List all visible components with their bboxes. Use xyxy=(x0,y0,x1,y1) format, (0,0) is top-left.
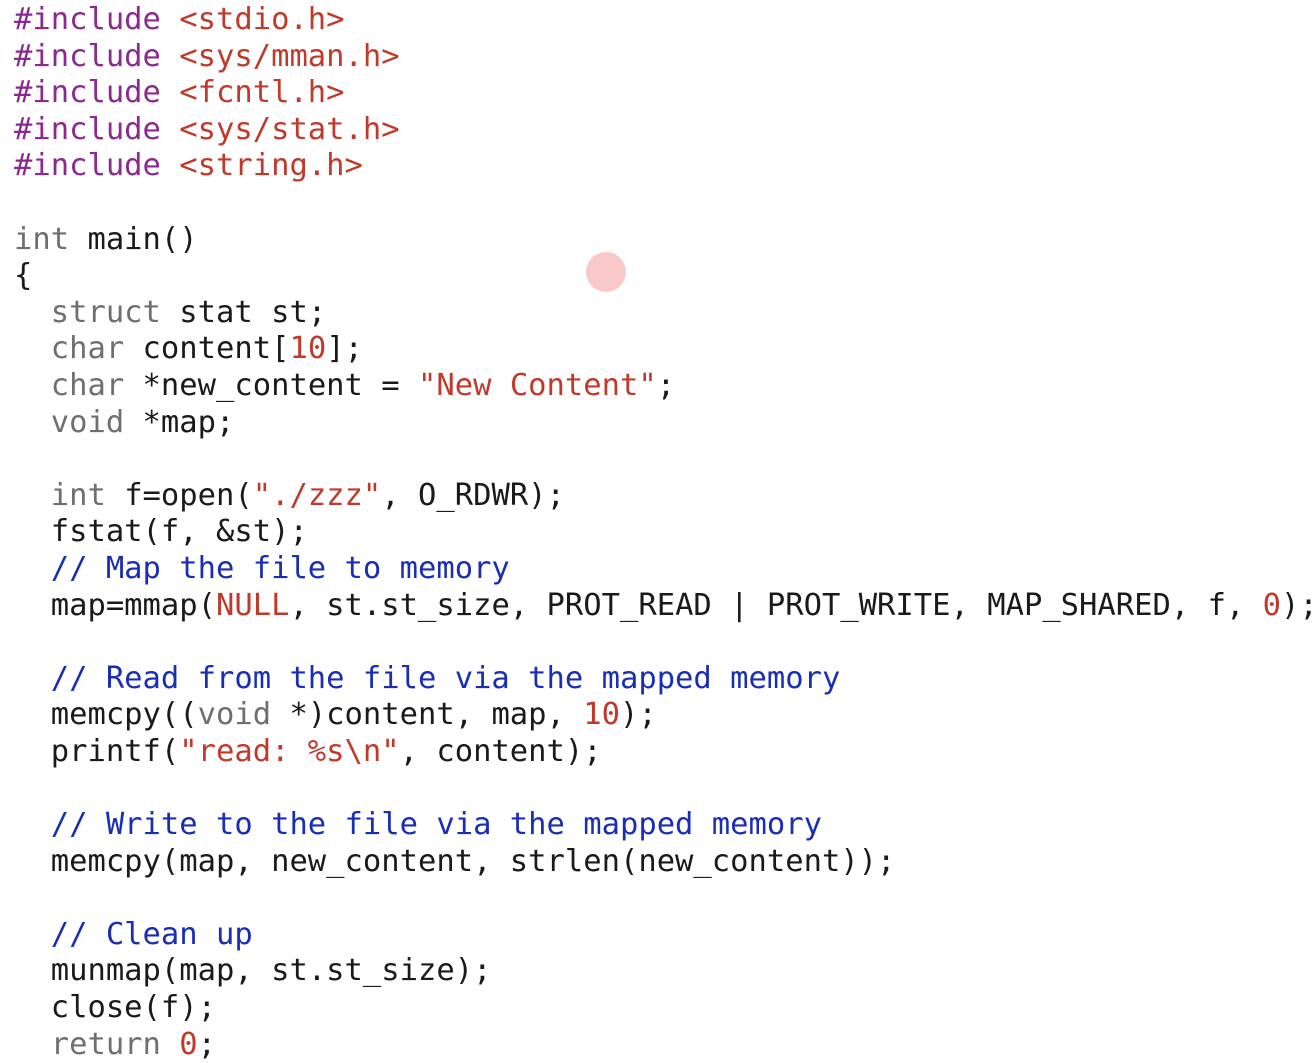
code-token: fstat(f, &st); xyxy=(14,514,308,550)
code-token: memcpy(( xyxy=(14,697,198,733)
mouse-cursor-highlight xyxy=(586,252,626,292)
code-line[interactable]: // Clean up xyxy=(14,917,1316,954)
code-line[interactable]: struct stat st; xyxy=(14,295,1316,332)
code-token: map=mmap( xyxy=(14,587,216,623)
code-token: void xyxy=(50,404,125,440)
code-line[interactable]: // Map the file to memory xyxy=(14,551,1316,588)
code-token: "./zzz" xyxy=(252,477,382,513)
code-token: NULL xyxy=(216,587,290,623)
code-token: <string.h> xyxy=(179,148,363,184)
code-token: printf( xyxy=(14,733,180,769)
code-line[interactable] xyxy=(14,185,1316,222)
code-token: munmap(map, st.st_size); xyxy=(14,953,492,989)
code-token: { xyxy=(14,258,33,294)
code-token: ); xyxy=(620,697,657,733)
code-token: ; xyxy=(197,1026,217,1062)
code-line[interactable]: close(f); xyxy=(14,990,1316,1027)
code-line[interactable]: int main() xyxy=(14,222,1316,259)
code-line[interactable]: #include <sys/mman.h> xyxy=(14,39,1316,76)
code-token: int xyxy=(14,221,70,257)
code-token: #include xyxy=(14,38,180,74)
code-line[interactable]: // Read from the file via the mapped mem… xyxy=(14,661,1316,698)
code-line[interactable]: memcpy((void *)content, map, 10); xyxy=(14,697,1316,734)
code-token: , st.st_size, PROT_READ | PROT_WRITE, MA… xyxy=(289,587,1263,623)
code-line[interactable]: void *map; xyxy=(14,405,1316,442)
code-token: // Clean up xyxy=(50,916,253,952)
code-line[interactable]: { xyxy=(14,258,1316,295)
code-token: f=open( xyxy=(105,477,253,513)
code-line[interactable] xyxy=(14,770,1316,807)
code-line[interactable]: munmap(map, st.st_size); xyxy=(14,953,1316,990)
code-token: // Map the file to memory xyxy=(50,550,510,586)
code-token: #include xyxy=(14,111,180,147)
code-token: *map; xyxy=(124,404,235,440)
code-token: // Read from the file via the mapped mem… xyxy=(50,660,841,696)
code-line[interactable] xyxy=(14,624,1316,661)
code-token: void xyxy=(197,697,272,733)
code-token: <sys/mman.h> xyxy=(179,38,400,74)
code-token: return xyxy=(50,1026,161,1062)
code-token: , O_RDWR); xyxy=(381,477,565,513)
code-token: ); xyxy=(1281,587,1316,623)
code-token: #include xyxy=(14,2,180,37)
code-token: stat st; xyxy=(160,294,327,330)
code-token: struct xyxy=(50,294,161,330)
code-token: ]; xyxy=(326,331,363,367)
code-token: "New Content" xyxy=(418,367,657,403)
code-token: 0 xyxy=(1262,587,1282,623)
code-token: *)content, map, xyxy=(271,697,584,733)
code-token: content[ xyxy=(124,331,290,367)
code-line[interactable]: #include <string.h> xyxy=(14,148,1316,185)
code-token: 0 xyxy=(179,1026,198,1062)
code-token: // Write to the file via the mapped memo… xyxy=(50,807,822,843)
code-editor[interactable]: #include <stdio.h> #include <sys/mman.h> #… xyxy=(14,2,1316,1063)
code-token: #include xyxy=(14,75,180,111)
code-token: "read: %s\n" xyxy=(179,733,400,769)
code-line[interactable]: #include <stdio.h> xyxy=(14,2,1316,39)
code-token: *new_content = xyxy=(124,367,418,403)
code-token: #include xyxy=(14,148,180,184)
code-token: close(f); xyxy=(14,990,216,1026)
code-token: char xyxy=(50,331,125,367)
code-token: main() xyxy=(69,221,198,257)
code-token: <stdio.h> xyxy=(179,2,345,37)
code-token: 10 xyxy=(583,697,620,733)
code-line[interactable]: // Write to the file via the mapped memo… xyxy=(14,807,1316,844)
code-line[interactable]: map=mmap(NULL, st.st_size, PROT_READ | P… xyxy=(14,588,1316,625)
code-line[interactable] xyxy=(14,880,1316,917)
code-line[interactable]: #include <fcntl.h> xyxy=(14,75,1316,112)
code-token: memcpy(map, new_content, strlen(new_cont… xyxy=(14,843,896,879)
code-line[interactable]: return 0; xyxy=(14,1027,1316,1063)
code-line[interactable]: char content[10]; xyxy=(14,331,1316,368)
code-line[interactable]: char *new_content = "New Content"; xyxy=(14,368,1316,405)
code-token: , content); xyxy=(399,733,602,769)
code-line[interactable] xyxy=(14,441,1316,478)
code-token: <sys/stat.h> xyxy=(179,111,400,147)
code-token: int xyxy=(50,477,106,513)
code-token: char xyxy=(50,367,125,403)
code-line[interactable]: memcpy(map, new_content, strlen(new_cont… xyxy=(14,844,1316,881)
code-token: <fcntl.h> xyxy=(179,75,345,111)
code-token: 10 xyxy=(289,331,327,367)
code-token: ; xyxy=(656,367,676,403)
code-line[interactable]: int f=open("./zzz", O_RDWR); xyxy=(14,478,1316,515)
code-line[interactable]: #include <sys/stat.h> xyxy=(14,112,1316,149)
code-line[interactable]: fstat(f, &st); xyxy=(14,514,1316,551)
code-line[interactable]: printf("read: %s\n", content); xyxy=(14,734,1316,771)
